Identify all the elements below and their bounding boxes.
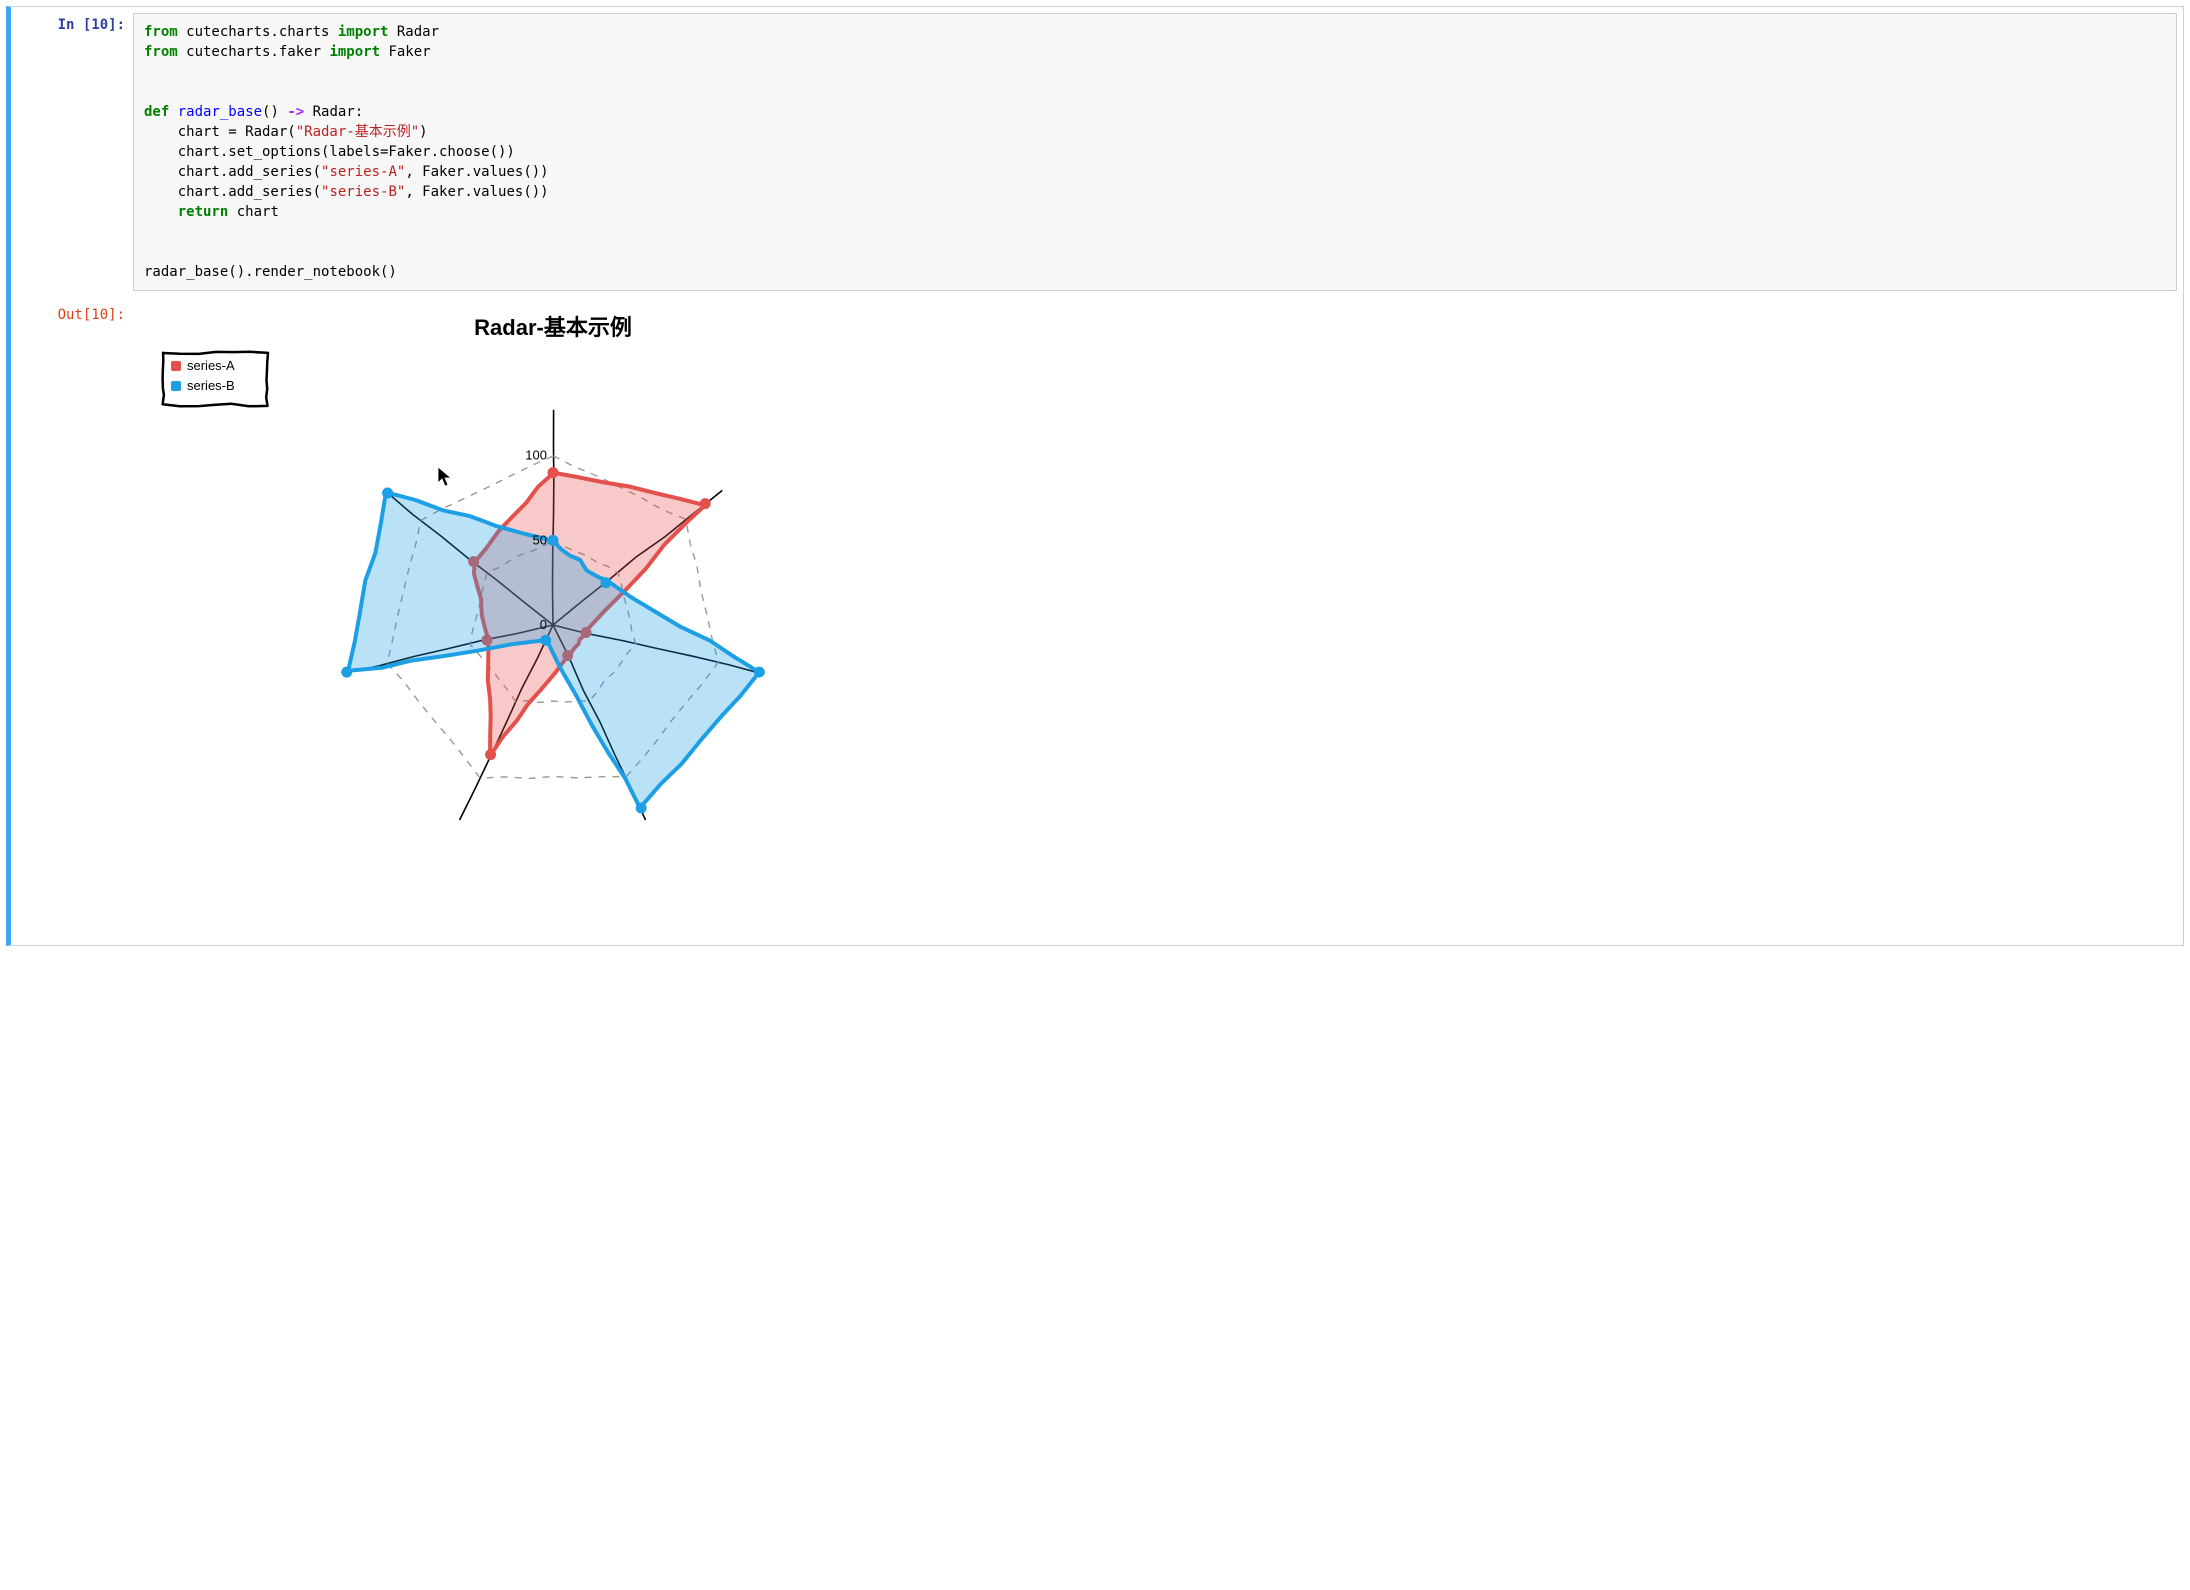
legend-label-series-B: series-B (187, 378, 235, 393)
input-row: In [10]: from cutecharts.charts import R… (11, 7, 2183, 297)
series-point-series-A (700, 498, 711, 509)
code-input-area[interactable]: from cutecharts.charts import Radar from… (133, 13, 2177, 291)
input-prompt: In [10]: (11, 7, 133, 39)
legend-swatch-series-A (171, 361, 181, 371)
legend-swatch-series-B (171, 381, 181, 391)
series-point-series-B (600, 577, 611, 588)
radar-chart: 0 50 100 Radar-基本示例 series-A series-B (133, 305, 953, 865)
tick-label: 100 (525, 448, 547, 463)
legend-label-series-A: series-A (187, 358, 235, 373)
tick-label: 50 (533, 532, 547, 547)
code-text: from cutecharts.charts import Radar from… (144, 22, 2166, 282)
chart-title: Radar-基本示例 (474, 315, 632, 340)
series-point-series-B (540, 635, 551, 646)
series-point-series-B (341, 667, 352, 678)
output-row: Out[10]: 0 50 100 Radar-基本示例 series-A series-… (11, 297, 2183, 865)
tick-label: 0 (540, 617, 547, 632)
series-point-series-B (548, 535, 559, 546)
cursor-icon (438, 467, 451, 486)
series-point-series-A (548, 467, 559, 478)
series-point-series-B (636, 803, 647, 814)
series-point-series-B (382, 488, 393, 499)
series-point-series-A (485, 749, 496, 760)
series-point-series-B (754, 667, 765, 678)
output-area: 0 50 100 Radar-基本示例 series-A series-B (133, 297, 2183, 865)
notebook-cell: In [10]: from cutecharts.charts import R… (6, 6, 2184, 946)
output-prompt: Out[10]: (11, 297, 133, 329)
